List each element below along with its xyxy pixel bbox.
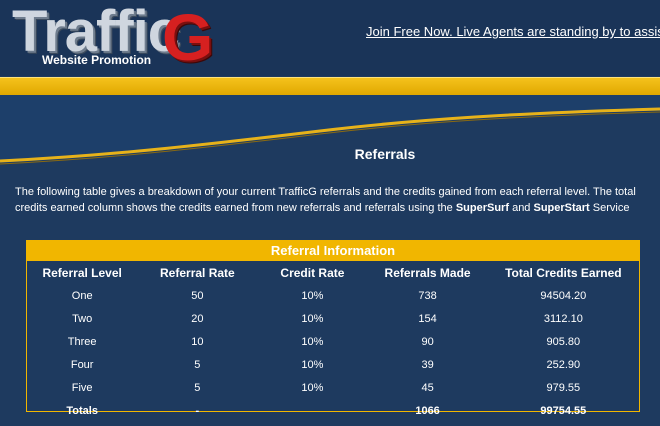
referral-information-table: Referral Information Referral Level Refe…: [26, 240, 640, 417]
cell-level: Two: [72, 312, 93, 325]
site-header: Traffic G Website Promotion Join Free No…: [0, 0, 660, 76]
table-caption: Referral Information: [27, 241, 639, 261]
cell-referrals-made: 39: [421, 358, 434, 371]
gold-banner-bar: [0, 77, 660, 96]
cell-referral-rate: 5: [194, 381, 201, 394]
table-row: One 50 10% 738 94504.20: [27, 284, 639, 307]
trafficg-logo[interactable]: Traffic G Website Promotion: [12, 0, 232, 76]
join-free-link[interactable]: Join Free Now. Live Agents are standing …: [366, 24, 660, 39]
header-referral-level: Referral Level: [42, 265, 122, 280]
table-row: Two 20 10% 154 3112.10: [27, 307, 639, 330]
totals-row: Totals - 1066 99754.55: [27, 399, 639, 422]
intro-text-and: and: [509, 202, 534, 214]
cell-credit-rate: 10%: [301, 312, 324, 325]
cell-credit-rate: 10%: [301, 335, 324, 348]
cell-credit-rate: 10%: [301, 381, 324, 394]
header-referral-rate: Referral Rate: [160, 265, 235, 280]
superstart-label: SuperStart: [533, 202, 590, 214]
cell-total-credits: 3112.10: [543, 312, 583, 325]
cell-referral-rate: 50: [191, 289, 204, 302]
cell-total-credits: 252.90: [546, 358, 581, 371]
cell-total-credits: 979.55: [546, 381, 581, 394]
cell-referral-rate: 5: [194, 358, 201, 371]
cell-referral-rate: 20: [191, 312, 204, 325]
table-row: Five 5 10% 45 979.55: [27, 376, 639, 399]
intro-text-end: Service: [589, 202, 630, 214]
totals-referral-rate: -: [195, 404, 200, 417]
header-total-credits: Total Credits Earned: [505, 265, 622, 280]
referral-table-grid: Referral Level Referral Rate Credit Rate…: [27, 261, 639, 422]
cell-referral-rate: 10: [191, 335, 204, 348]
cell-total-credits: 94504.20: [540, 289, 587, 302]
totals-total-credits: 99754.55: [540, 404, 587, 417]
cell-level: Three: [67, 335, 97, 348]
logo-tagline: Website Promotion: [42, 53, 152, 67]
cell-referrals-made: 45: [421, 381, 434, 394]
intro-text: The following table gives a breakdown of…: [15, 184, 655, 216]
totals-referrals-made: 1066: [415, 404, 440, 417]
table-header-row: Referral Level Referral Rate Credit Rate…: [27, 261, 639, 284]
cell-total-credits: 905.80: [546, 335, 581, 348]
cell-referrals-made: 738: [418, 289, 437, 302]
totals-label: Totals: [66, 404, 98, 417]
totals-credit-rate: [257, 399, 367, 422]
cell-credit-rate: 10%: [301, 358, 324, 371]
header-referrals-made: Referrals Made: [384, 265, 471, 280]
table-row: Three 10 10% 90 905.80: [27, 330, 639, 353]
page-title: Referrals: [354, 146, 416, 162]
cell-level: Four: [70, 358, 94, 371]
cell-level: One: [71, 289, 93, 302]
cell-referrals-made: 154: [418, 312, 437, 325]
cell-level: Five: [71, 381, 93, 394]
cell-referrals-made: 90: [421, 335, 434, 348]
cell-credit-rate: 10%: [301, 289, 324, 302]
table-row: Four 5 10% 39 252.90: [27, 353, 639, 376]
header-credit-rate: Credit Rate: [280, 265, 345, 280]
logo-g-letter: G: [162, 0, 214, 74]
supersurf-label: SuperSurf: [455, 202, 510, 214]
